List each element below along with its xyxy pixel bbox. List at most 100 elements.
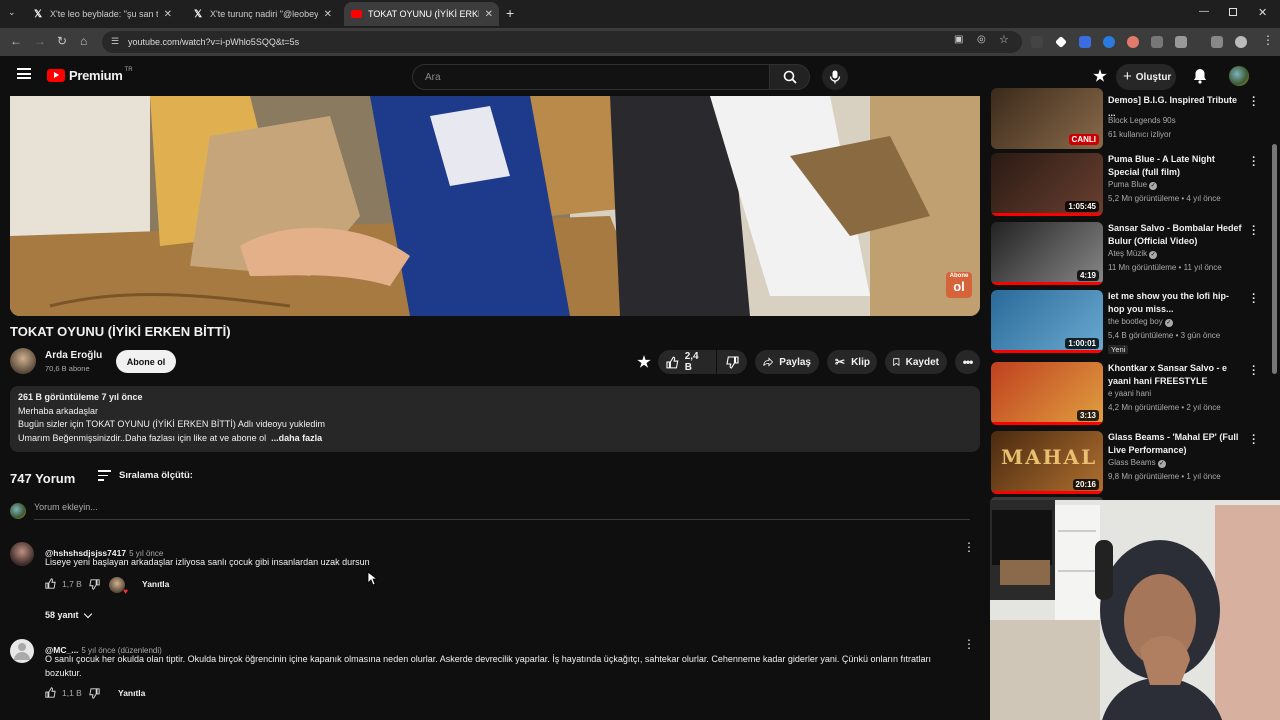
- like-button[interactable]: 2,4 B: [658, 350, 716, 374]
- extensions-puzzle-icon[interactable]: [1175, 36, 1187, 48]
- recommended-channel[interactable]: Puma Blue ✓: [1108, 180, 1158, 190]
- show-more-link[interactable]: ...daha fazla: [271, 433, 322, 443]
- video-thumbnail[interactable]: 3:13: [991, 362, 1103, 425]
- bookmark-star-icon[interactable]: ☆: [999, 33, 1009, 46]
- comment-author-avatar[interactable]: [10, 639, 34, 663]
- more-options-icon[interactable]: · · ·: [1251, 93, 1257, 112]
- comment-menu-icon[interactable]: ⋮: [963, 637, 975, 651]
- notifications-bell-icon[interactable]: [1193, 68, 1207, 84]
- more-options-icon[interactable]: · · ·: [1251, 153, 1257, 172]
- subscribe-button[interactable]: Abone ol: [116, 350, 176, 373]
- reply-button[interactable]: Yanıtla: [118, 688, 145, 698]
- tab-list-chevron-icon[interactable]: ⌄: [8, 7, 16, 18]
- recommended-video[interactable]: 4:19 Sansar Salvo - Bombalar Hedef Bulur …: [991, 222, 1271, 286]
- extension-icon[interactable]: [1055, 36, 1067, 48]
- recommended-channel[interactable]: Block Legends 90s: [1108, 116, 1176, 125]
- more-actions-button[interactable]: •••: [955, 350, 980, 374]
- dislike-button[interactable]: [717, 350, 747, 374]
- share-button[interactable]: Paylaş: [755, 350, 819, 374]
- video-duration: 3:13: [1076, 410, 1099, 421]
- browser-tab-2[interactable]: 𝕏 X'te turunç nadiri "@leobeyblade ✕: [186, 2, 338, 26]
- voice-search-button[interactable]: [822, 64, 848, 90]
- back-arrow-icon[interactable]: ←: [10, 34, 22, 48]
- search-button[interactable]: [770, 64, 810, 90]
- site-info-icon[interactable]: ☰: [111, 36, 119, 47]
- recommended-title[interactable]: let me show you the lofi hip-hop you mis…: [1108, 290, 1243, 316]
- add-comment-input[interactable]: Yorum ekleyin...: [34, 502, 970, 520]
- reading-list-icon[interactable]: [1211, 36, 1223, 48]
- comment-like-button[interactable]: 1,1 B: [45, 687, 82, 698]
- recommended-title[interactable]: Glass Beams - 'Mahal EP' (Full Live Perf…: [1108, 431, 1243, 457]
- minimize-icon[interactable]: —: [1199, 6, 1209, 17]
- extension-icon[interactable]: [1127, 36, 1139, 48]
- browser-menu-icon[interactable]: ⋮: [1262, 33, 1274, 47]
- recommended-video[interactable]: 1:00:01 let me show you the lofi hip-hop …: [991, 290, 1271, 354]
- recommended-channel[interactable]: Ateş Müzik ✓: [1108, 249, 1158, 259]
- comment-dislike-icon[interactable]: [89, 579, 100, 590]
- recommended-video[interactable]: 1:05:45 Puma Blue - A Late Night Special …: [991, 153, 1271, 217]
- more-options-icon[interactable]: · · ·: [1251, 431, 1257, 450]
- install-app-icon[interactable]: ▣: [954, 34, 963, 45]
- hamburger-menu-icon[interactable]: [17, 68, 31, 79]
- create-button[interactable]: + Oluştur: [1116, 64, 1176, 90]
- comment-author-avatar[interactable]: [10, 542, 34, 566]
- video-duration: 20:16: [1072, 479, 1099, 490]
- reload-icon[interactable]: ↻: [57, 34, 67, 48]
- recommended-video[interactable]: 3:13 Khontkar x Sansar Salvo - e yaani ha…: [991, 362, 1271, 426]
- more-options-icon[interactable]: · · ·: [1251, 362, 1257, 381]
- close-tab-icon[interactable]: ✕: [485, 9, 493, 20]
- premium-sparkle-icon[interactable]: [637, 355, 651, 368]
- account-avatar[interactable]: [1229, 66, 1249, 86]
- recommended-title[interactable]: Khontkar x Sansar Salvo - e yaani hani F…: [1108, 362, 1243, 388]
- comment-like-button[interactable]: 1,7 B: [45, 578, 82, 589]
- recommended-channel[interactable]: e yaani hani: [1108, 389, 1151, 398]
- hide-icon[interactable]: ◎: [977, 34, 986, 45]
- recommended-video[interactable]: CANLI Demos] B.I.G. Inspired Tribute ... B…: [991, 88, 1271, 160]
- video-thumbnail[interactable]: 4:19: [991, 222, 1103, 285]
- video-thumbnail[interactable]: CANLI: [991, 88, 1103, 149]
- recommended-title[interactable]: Sansar Salvo - Bombalar Hedef Bulur (Off…: [1108, 222, 1243, 248]
- more-options-icon[interactable]: · · ·: [1251, 290, 1257, 309]
- browser-tab-active[interactable]: TOKAT OYUNU (İYİKİ ERKEN BİTTİ) ✕: [344, 2, 499, 26]
- save-button[interactable]: Kaydet: [885, 350, 947, 374]
- home-icon[interactable]: ⌂: [80, 34, 87, 48]
- extension-icon[interactable]: [1151, 36, 1163, 48]
- close-tab-icon[interactable]: ✕: [164, 9, 172, 20]
- channel-name[interactable]: Arda Eroğlu: [45, 350, 102, 361]
- comment-menu-icon[interactable]: ⋮: [963, 540, 975, 554]
- reply-button[interactable]: Yanıtla: [142, 579, 169, 589]
- recommended-channel[interactable]: Glass Beams ✓: [1108, 458, 1166, 468]
- clip-button[interactable]: ✂ Klip: [827, 350, 877, 374]
- recommended-meta: 4,2 Mn görüntüleme • 2 yıl önce: [1108, 403, 1221, 412]
- browser-tab-1[interactable]: 𝕏 X'te leo beyblade: "şu san tişört ✕: [26, 2, 178, 26]
- video-player[interactable]: Abone ol: [10, 96, 980, 316]
- premium-badge-icon[interactable]: [1093, 69, 1107, 82]
- recommended-video[interactable]: MAHAL 20:16 Glass Beams - 'Mahal EP' (Full…: [991, 431, 1271, 495]
- extension-icon[interactable]: [1031, 36, 1043, 48]
- subscribe-watermark[interactable]: Abone ol: [946, 272, 972, 298]
- close-tab-icon[interactable]: ✕: [324, 9, 332, 20]
- video-thumbnail[interactable]: 1:05:45: [991, 153, 1103, 216]
- channel-avatar[interactable]: [10, 348, 36, 374]
- video-thumbnail[interactable]: MAHAL 20:16: [991, 431, 1103, 494]
- recommended-title[interactable]: Puma Blue - A Late Night Special (full f…: [1108, 153, 1243, 179]
- comment-dislike-icon[interactable]: [89, 688, 100, 699]
- recommended-channel[interactable]: the bootleg boy ✓: [1108, 317, 1173, 327]
- forward-arrow-icon[interactable]: →: [34, 34, 46, 48]
- restore-icon[interactable]: [1229, 8, 1237, 16]
- profile-avatar-icon[interactable]: [1235, 36, 1247, 48]
- new-tab-icon[interactable]: +: [506, 5, 514, 21]
- video-description[interactable]: 261 B görüntüleme 7 yıl önce Merhaba ark…: [10, 386, 980, 452]
- page-scrollbar[interactable]: [1272, 144, 1277, 374]
- sort-comments-button[interactable]: Sıralama ölçütü:: [98, 470, 193, 481]
- window-close-icon[interactable]: ✕: [1258, 6, 1267, 19]
- url-bar[interactable]: ☰ youtube.com/watch?v=i-pWhlo5SQQ&t=5s ▣…: [102, 31, 1022, 53]
- extension-icon[interactable]: [1103, 36, 1115, 48]
- view-replies-button[interactable]: 58 yanıt: [45, 609, 92, 620]
- verified-check-icon: ✓: [1157, 460, 1166, 468]
- youtube-premium-logo[interactable]: Premium TR: [47, 67, 135, 83]
- video-thumbnail[interactable]: 1:00:01: [991, 290, 1103, 353]
- extension-icon[interactable]: [1079, 36, 1091, 48]
- search-input[interactable]: Ara: [412, 64, 770, 90]
- more-options-icon[interactable]: · · ·: [1251, 222, 1257, 241]
